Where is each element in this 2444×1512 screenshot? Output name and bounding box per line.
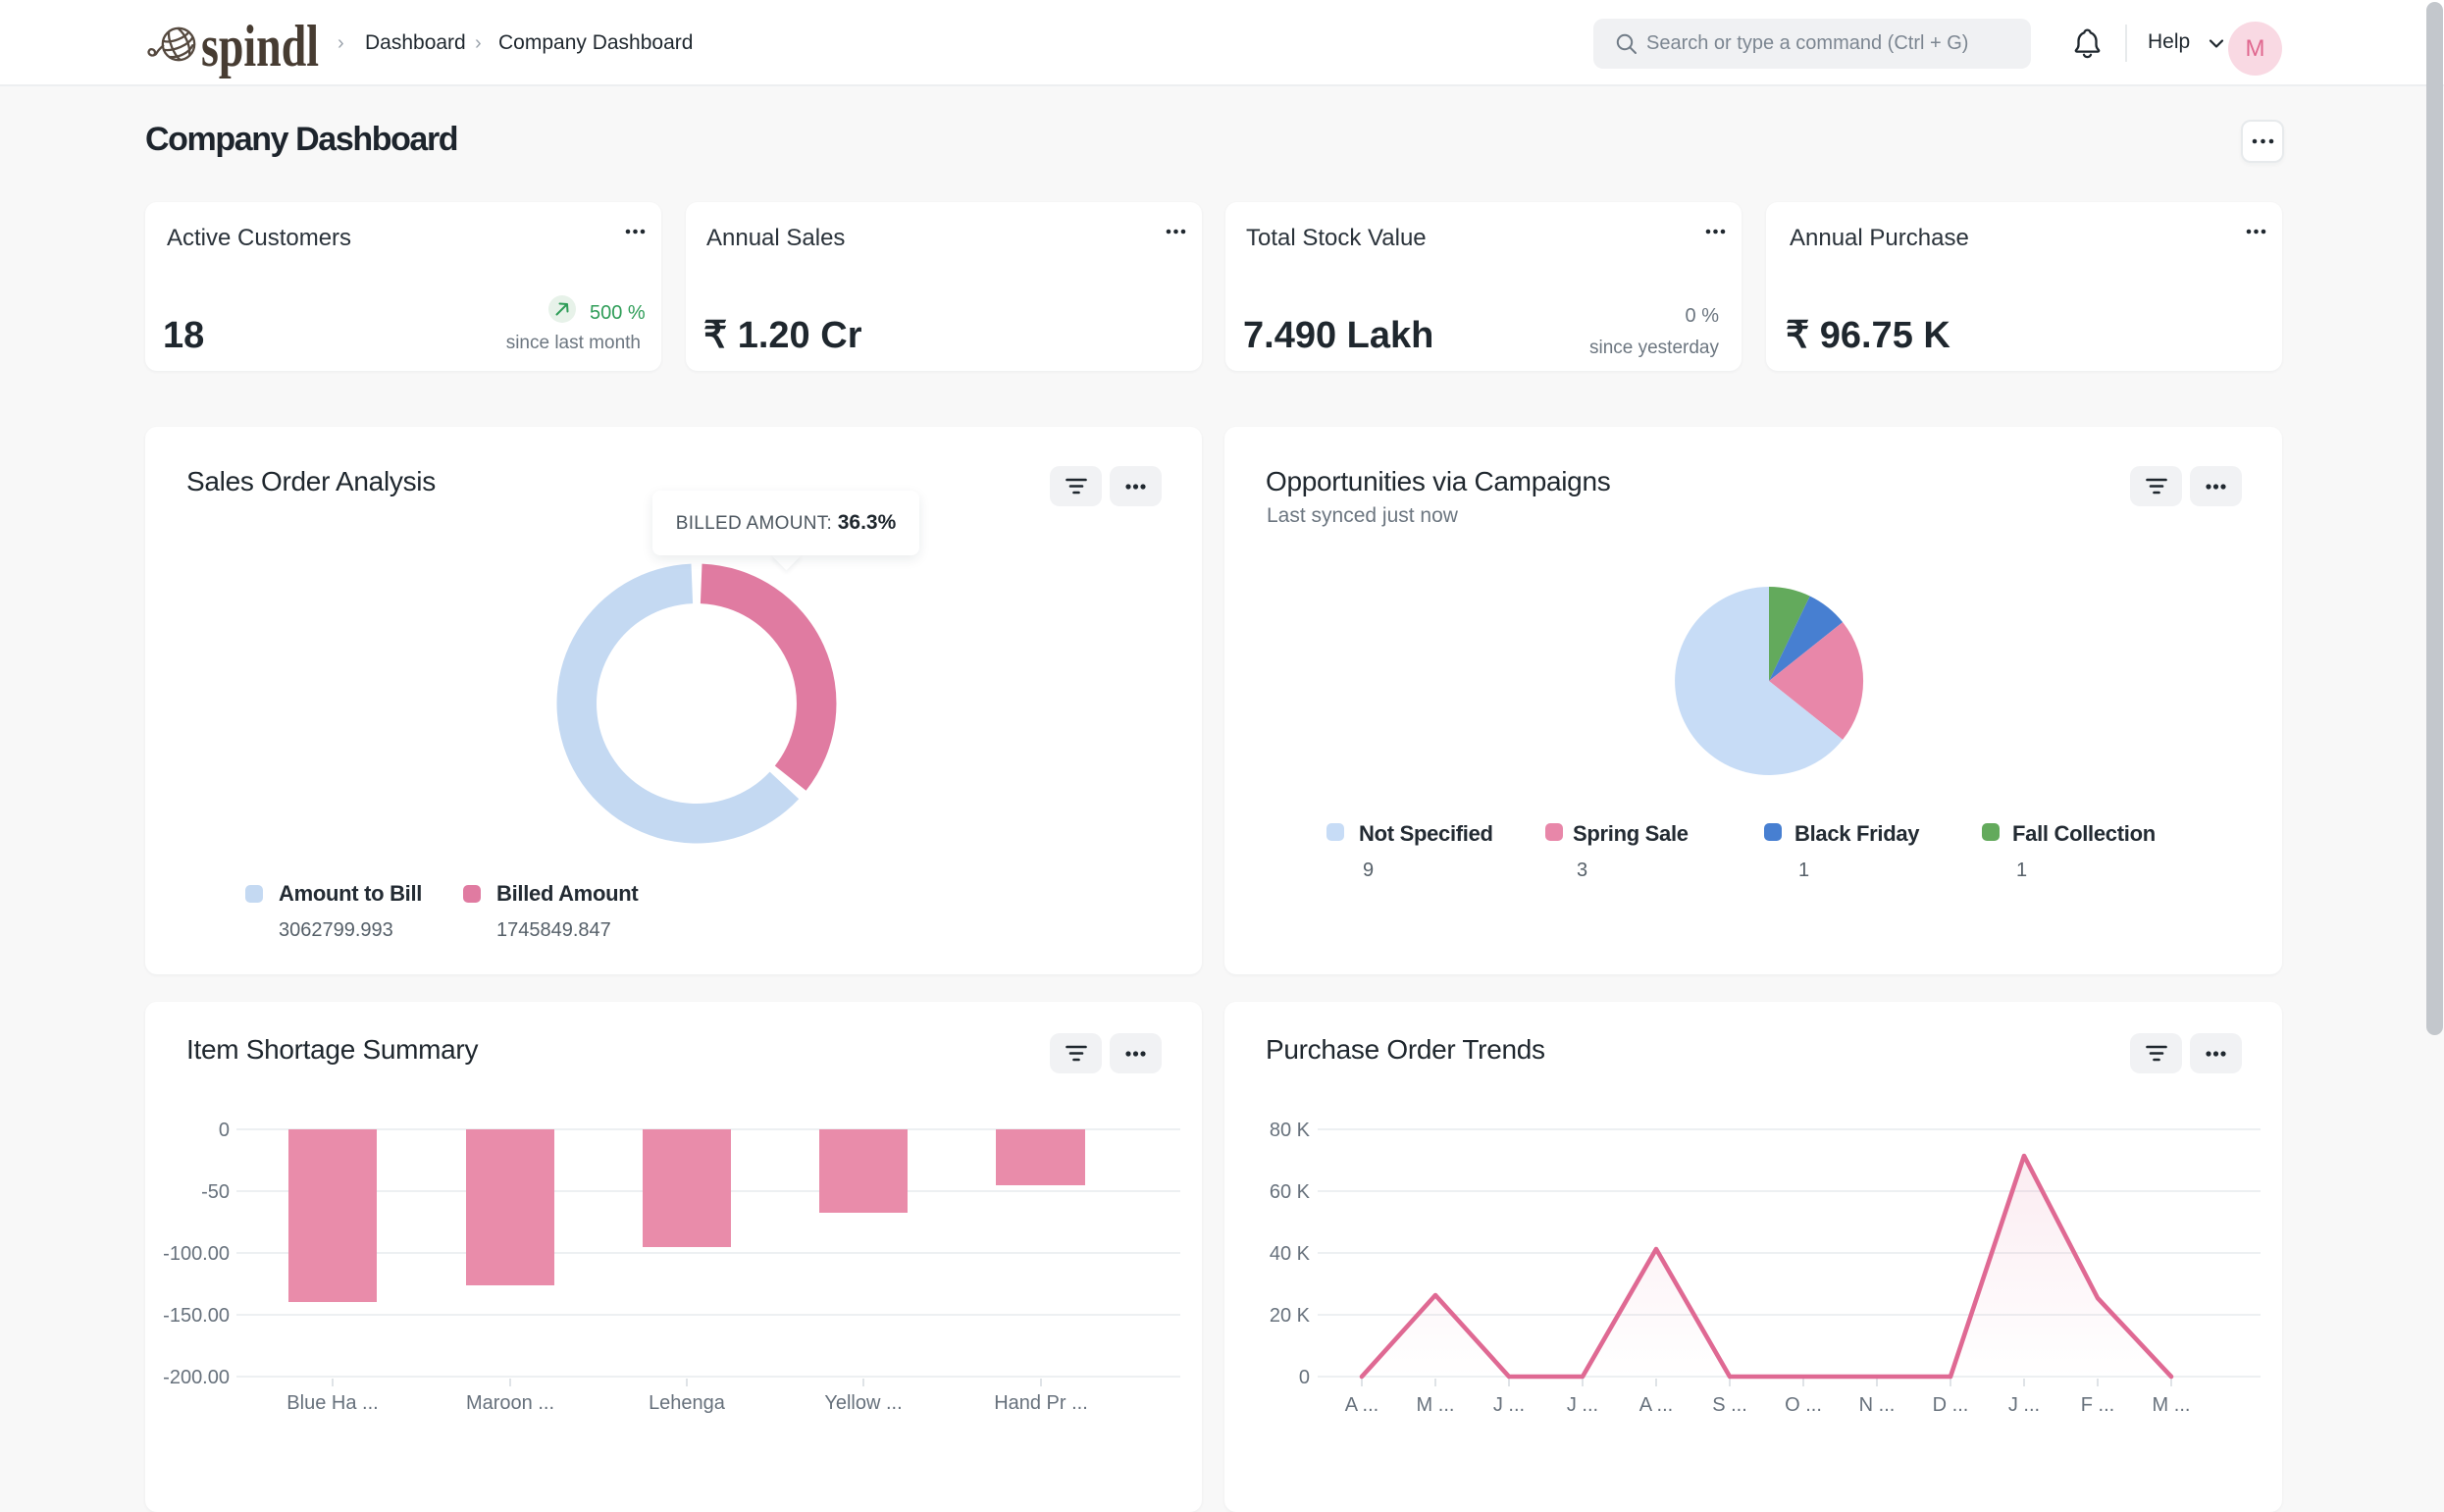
svg-text:Lehenga: Lehenga <box>649 1392 726 1414</box>
svg-text:Blue Ha ...: Blue Ha ... <box>286 1392 378 1414</box>
svg-text:spindl: spindl <box>201 14 319 78</box>
svg-text:20 K: 20 K <box>1270 1305 1311 1327</box>
svg-text:60 K: 60 K <box>1270 1181 1311 1203</box>
svg-text:Maroon ...: Maroon ... <box>466 1392 554 1414</box>
svg-text:Hand Pr ...: Hand Pr ... <box>994 1392 1088 1414</box>
svg-text:80 K: 80 K <box>1270 1120 1311 1141</box>
svg-text:-150.00: -150.00 <box>163 1305 230 1327</box>
svg-text:-50: -50 <box>201 1181 230 1203</box>
svg-text:0: 0 <box>1299 1367 1310 1388</box>
svg-text:0: 0 <box>219 1120 230 1141</box>
svg-text:-200.00: -200.00 <box>163 1367 230 1388</box>
svg-text:40 K: 40 K <box>1270 1243 1311 1265</box>
svg-text:-100.00: -100.00 <box>163 1243 230 1265</box>
svg-text:Yellow ...: Yellow ... <box>824 1392 902 1414</box>
